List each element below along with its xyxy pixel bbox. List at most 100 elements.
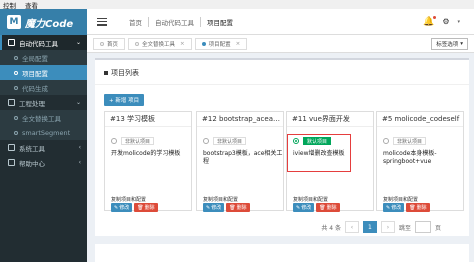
bell-icon[interactable]: 🔔	[423, 15, 437, 27]
project-card: #13 学习模板 非默认项目 开发molicode的学习模板 复制项目和配置 ✎…	[104, 111, 192, 212]
sidebar-item-fulltext-replace[interactable]: 全文替换工具	[0, 110, 87, 125]
card-description: molicode本身模板-springboot+vue	[383, 150, 437, 165]
tab-label: 项目配置	[208, 41, 231, 48]
delete-button[interactable]: 🗑 删除	[134, 203, 158, 212]
sidebar-item-smart-segment[interactable]: smartSegment	[0, 125, 87, 140]
delete-label: 删除	[326, 205, 337, 211]
breadcrumb: 首页 自动代码工具 项目配置	[123, 16, 239, 27]
sidebar-item-label: 全文替换工具	[22, 114, 61, 123]
edit-icon: ✎	[386, 204, 391, 211]
sidebar-item-global-config[interactable]: 全局配置	[0, 50, 87, 65]
trash-icon: 🗑	[409, 204, 416, 211]
trash-icon: 🗑	[319, 204, 326, 211]
delete-label: 删除	[416, 205, 427, 211]
logo-text: 魔力Code	[25, 18, 74, 30]
sidebar-item-code-gen[interactable]: 代码生成	[0, 80, 87, 95]
circle-icon	[14, 55, 18, 60]
breadcrumb-home[interactable]: 首页	[123, 16, 149, 27]
sidebar-group-help[interactable]: 帮助中心 ‹	[0, 155, 87, 170]
goto-page-input[interactable]	[414, 221, 431, 233]
chevron-down-icon: ⌄	[75, 99, 81, 106]
chevron-left-icon: ‹	[78, 159, 81, 166]
sidebar-group-label: 帮助中心	[19, 159, 45, 168]
trash-icon: 🗑	[137, 204, 144, 211]
edit-button[interactable]: ✎ 修改	[111, 203, 133, 212]
copy-project-button[interactable]: 复制项目和配置	[383, 195, 443, 203]
sidebar-item-label: 项目配置	[22, 69, 48, 78]
project-card: #12 bootstrap_acea… 非默认项目 bootstrap3模板，a…	[196, 111, 284, 212]
total-count: 共 4 条	[321, 224, 341, 232]
card-actions: ✎ 修改 🗑 删除	[383, 203, 430, 212]
breadcrumb-auto-code[interactable]: 自动代码工具	[149, 16, 201, 27]
card-title: #13 学习模板	[105, 112, 191, 127]
prev-page-button[interactable]: ‹	[344, 221, 359, 233]
delete-label: 删除	[144, 205, 155, 211]
edit-button[interactable]: ✎ 修改	[203, 203, 225, 212]
sidebar-group-engineering[interactable]: 工程处理 ⌄	[0, 95, 87, 110]
sidebar-group-label: 工程处理	[19, 99, 45, 108]
sidebar-item-label: smartSegment	[22, 128, 71, 137]
project-card: #5 molicode_codeself 非默认项目 molicode本身模板-…	[376, 111, 464, 212]
edit-icon: ✎	[114, 204, 119, 211]
logo[interactable]: M 魔力Code	[0, 9, 87, 35]
copy-project-button[interactable]: 复制项目和配置	[293, 195, 353, 203]
tab-label: 首页	[107, 41, 119, 48]
tab-options-label: 标签选项	[436, 41, 459, 48]
delete-button[interactable]: 🗑 删除	[226, 203, 250, 212]
card-actions: ✎ 修改 🗑 删除	[203, 203, 250, 212]
tab-project-config[interactable]: 项目配置 ×	[194, 37, 248, 50]
default-status-badge: 非默认项目	[121, 137, 155, 145]
radio-icon[interactable]	[111, 138, 117, 144]
default-toggle[interactable]: 非默认项目	[383, 137, 427, 145]
circle-icon	[14, 70, 18, 75]
sidebar-item-label: 全局配置	[22, 54, 48, 63]
sidebar-group-system-tools[interactable]: 系统工具 ‹	[0, 140, 87, 155]
tab-fulltext-replace[interactable]: 全文替换工具 ×	[128, 37, 192, 50]
sidebar-item-project-config[interactable]: 项目配置	[0, 65, 87, 80]
pagination: 共 4 条 ‹ 1 › 跳至 页	[321, 221, 441, 233]
circle-icon	[14, 85, 18, 90]
tab-home[interactable]: 首页	[93, 37, 126, 50]
sidebar-group-label: 系统工具	[19, 144, 45, 153]
tab-dot-icon	[100, 41, 104, 46]
default-status-badge: 非默认项目	[393, 137, 427, 145]
page-number-button[interactable]: 1	[362, 221, 377, 233]
breadcrumb-current: 项目配置	[207, 18, 233, 27]
square-icon	[104, 71, 108, 75]
edit-button[interactable]: ✎ 修改	[383, 203, 405, 212]
edit-label: 修改	[301, 205, 312, 211]
add-project-button[interactable]: + 新增 项目	[104, 94, 145, 106]
default-status-badge: 非默认项目	[213, 137, 247, 145]
card-title: #12 bootstrap_acea…	[197, 112, 283, 127]
next-page-button[interactable]: ›	[380, 221, 395, 233]
default-toggle[interactable]: 非默认项目	[203, 137, 247, 145]
notification-dot	[433, 15, 437, 19]
sidebar: M 魔力Code 自动代码工具 ⌄ 全局配置 项目配置 代码生成 工程处理 ⌄ …	[0, 9, 87, 262]
card-description: 开发molicode的学习模板	[111, 150, 181, 157]
card-title: #11 vue界面开发	[287, 112, 373, 127]
card-actions: ✎ 修改 🗑 删除	[293, 203, 340, 212]
page-suffix: 页	[434, 224, 441, 232]
edit-label: 修改	[211, 205, 222, 211]
box-title-text: 项目列表	[111, 69, 139, 77]
delete-button[interactable]: 🗑 删除	[406, 203, 430, 212]
delete-button[interactable]: 🗑 删除	[316, 203, 340, 212]
hamburger-menu-icon[interactable]	[97, 17, 107, 26]
close-icon[interactable]: ×	[180, 41, 185, 47]
tab-options-button[interactable]: 标签选项 ▾	[431, 37, 468, 50]
radio-icon[interactable]	[203, 138, 209, 144]
help-icon	[8, 159, 15, 166]
caret-down-icon[interactable]: ▾	[457, 19, 460, 25]
chevron-left-icon: ‹	[78, 144, 81, 151]
user-menu-icon[interactable]: ⚙	[442, 17, 449, 26]
edit-label: 修改	[119, 205, 130, 211]
copy-project-button[interactable]: 复制项目和配置	[111, 195, 171, 203]
sidebar-item-label: 代码生成	[22, 84, 48, 93]
next-box-edge	[95, 244, 469, 262]
default-toggle[interactable]: 非默认项目	[111, 137, 155, 145]
sidebar-group-auto-code[interactable]: 自动代码工具 ⌄	[0, 35, 87, 50]
edit-button[interactable]: ✎ 修改	[293, 203, 315, 212]
close-icon[interactable]: ×	[236, 41, 241, 47]
radio-icon[interactable]	[383, 138, 389, 144]
copy-project-button[interactable]: 复制项目和配置	[203, 195, 263, 203]
